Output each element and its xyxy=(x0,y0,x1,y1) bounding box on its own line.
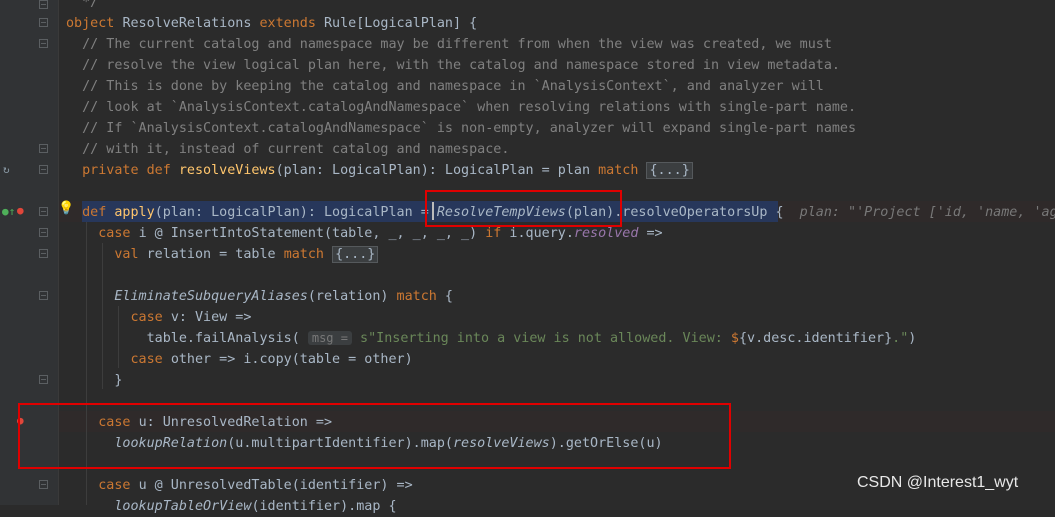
code-token: // look at `AnalysisContext.catalogAndNa… xyxy=(66,100,857,115)
code-token: resolveViews xyxy=(178,163,276,178)
lightbulb-icon[interactable]: 💡 xyxy=(58,202,74,215)
code-token: resolved xyxy=(573,226,639,241)
fold-marker[interactable] xyxy=(39,249,48,258)
annotation-box-resolvetempviews xyxy=(425,190,622,227)
code-token: table.failAnalysis( xyxy=(66,331,308,346)
code-token: i @ InsertIntoStatement(table, _, _, _, … xyxy=(138,226,486,241)
code-token: {...} xyxy=(646,162,693,179)
code-line[interactable]: // This is done by keeping the catalog a… xyxy=(66,76,824,97)
code-token: msg = xyxy=(307,331,352,345)
code-line[interactable]: table.failAnalysis( msg = s"Inserting in… xyxy=(66,328,916,349)
code-line[interactable]: case v: View => xyxy=(66,307,251,328)
code-token: (plan: LogicalPlan): LogicalPlan = xyxy=(154,205,437,220)
code-token: ResolveRelations xyxy=(122,16,260,31)
code-token: apply xyxy=(114,205,155,220)
code-line[interactable]: case u @ UnresolvedTable(identifier) => xyxy=(66,475,413,496)
code-line[interactable]: lookupTableOrView(identifier).map { xyxy=(66,496,397,517)
code-token: // The current catalog and namespace may… xyxy=(66,37,832,52)
code-line[interactable]: // The current catalog and namespace may… xyxy=(66,34,832,55)
code-token: match xyxy=(396,289,445,304)
code-token: lookupTableOrView xyxy=(114,499,252,514)
code-line[interactable]: private def resolveViews(plan: LogicalPl… xyxy=(66,160,693,181)
code-line[interactable]: */ xyxy=(66,0,98,13)
code-token: relation = table xyxy=(146,247,284,262)
code-token: // If `AnalysisContext.catalogAndNamespa… xyxy=(66,121,857,136)
code-token: // This is done by keeping the catalog a… xyxy=(66,79,824,94)
code-token: // resolve the view logical plan here, w… xyxy=(66,58,840,73)
code-line[interactable]: // resolve the view logical plan here, w… xyxy=(66,55,840,76)
breakpoint-icon[interactable]: ● xyxy=(17,205,24,217)
code-token: (plan: LogicalPlan): LogicalPlan = plan xyxy=(275,163,599,178)
code-token: case xyxy=(66,226,139,241)
fold-marker[interactable] xyxy=(39,144,48,153)
code-token: ." xyxy=(892,331,909,346)
code-line[interactable]: // If `AnalysisContext.catalogAndNamespa… xyxy=(66,118,856,139)
code-line[interactable]: } xyxy=(66,370,122,391)
code-line[interactable]: // look at `AnalysisContext.catalogAndNa… xyxy=(66,97,856,118)
code-token: other => i.copy(table = other) xyxy=(170,352,413,367)
fold-marker[interactable] xyxy=(39,480,48,489)
recursion-icon[interactable]: ↻ xyxy=(3,164,10,176)
code-token: v: View => xyxy=(170,310,252,325)
fold-marker[interactable] xyxy=(39,291,48,300)
fold-marker[interactable] xyxy=(39,39,48,48)
code-token: EliminateSubqueryAliases xyxy=(114,289,308,304)
code-token: s"Inserting into a view is not allowed. … xyxy=(351,331,731,346)
code-token: match xyxy=(283,247,333,262)
code-token: case xyxy=(66,310,171,325)
code-token: {v.desc.identifier} xyxy=(738,331,893,346)
code-token: val xyxy=(66,247,147,262)
fold-marker[interactable] xyxy=(39,0,48,9)
code-token: private def xyxy=(66,163,179,178)
code-token: if xyxy=(485,226,510,241)
code-line[interactable]: EliminateSubqueryAliases(relation) match… xyxy=(66,286,453,307)
code-token: extends xyxy=(259,16,324,31)
code-token: case xyxy=(66,352,171,367)
watermark: CSDN @Interest1_wyt xyxy=(857,474,1019,491)
fold-marker[interactable] xyxy=(39,165,48,174)
code-token: $ xyxy=(730,331,739,346)
code-token: object xyxy=(66,16,123,31)
code-line[interactable]: val relation = table match {...} xyxy=(66,244,379,265)
code-token: i.query. xyxy=(509,226,574,241)
code-line[interactable]: object ResolveRelations extends Rule[Log… xyxy=(66,13,477,34)
code-line[interactable]: // with it, instead of current catalog a… xyxy=(66,139,509,160)
code-line[interactable]: case other => i.copy(table = other) xyxy=(66,349,413,370)
annotation-box-unresolvedrelation xyxy=(18,403,731,469)
code-token: {...} xyxy=(332,246,379,263)
code-token: u @ UnresolvedTable(identifier) => xyxy=(138,478,413,493)
fold-marker[interactable] xyxy=(39,375,48,384)
code-token: (relation) xyxy=(307,289,397,304)
override-icon[interactable]: ●↑ xyxy=(2,206,15,218)
code-token: => xyxy=(638,226,663,241)
code-token: case xyxy=(66,478,139,493)
code-token: Rule[LogicalPlan] { xyxy=(324,16,478,31)
code-token: match xyxy=(598,163,647,178)
code-token: // with it, instead of current catalog a… xyxy=(66,142,510,157)
fold-marker[interactable] xyxy=(39,207,48,216)
code-token: (identifier).map { xyxy=(251,499,397,514)
fold-marker[interactable] xyxy=(39,228,48,237)
code-token: } xyxy=(66,373,123,388)
code-token: ) xyxy=(908,331,917,346)
code-token: { xyxy=(444,289,453,304)
fold-marker[interactable] xyxy=(39,18,48,27)
code-token: */ xyxy=(66,0,99,10)
code-token: plan: "'Project ['id, 'name, 'age xyxy=(799,205,1055,220)
